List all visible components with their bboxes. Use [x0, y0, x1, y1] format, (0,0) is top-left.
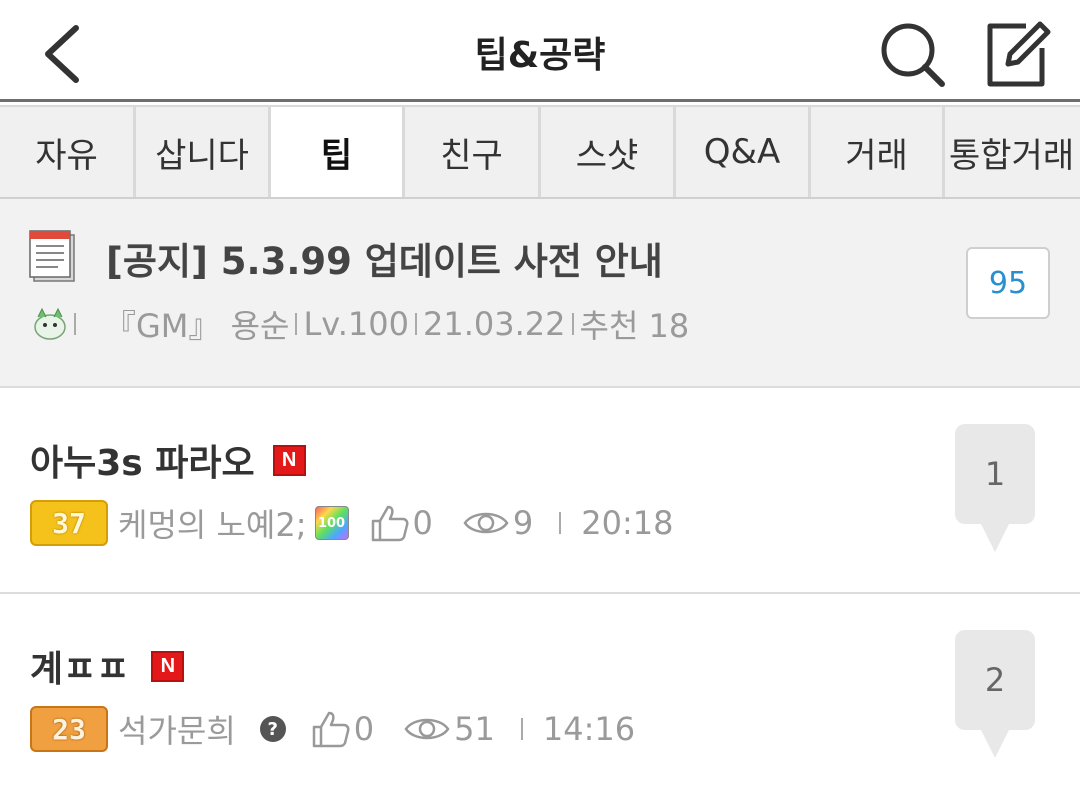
board-tabs: 자유 삽니다 팁 친구 스샷 Q&A 거래 통합거래: [0, 105, 1080, 199]
meta-separator: [559, 512, 562, 534]
meta-separator: [520, 718, 523, 740]
thumbs-up-icon: [371, 505, 409, 542]
tab-buy[interactable]: 삽니다: [136, 107, 268, 197]
search-icon: [881, 23, 945, 87]
tab-tips[interactable]: 팁: [271, 107, 402, 197]
post-views: 9: [512, 504, 534, 542]
notice-item[interactable]: [공지] 5.3.99 업데이트 사전 안내 『GM』 용순 Lv.100 21…: [0, 199, 1080, 388]
eye-icon: [463, 512, 509, 534]
new-badge: N: [272, 444, 306, 476]
tab-screenshots[interactable]: 스샷: [541, 107, 673, 197]
mascot-icon: [34, 307, 66, 340]
tab-qna[interactable]: Q&A: [676, 107, 808, 197]
tab-free[interactable]: 자유: [0, 107, 133, 197]
post-author: 케멍의 노예2;: [118, 506, 307, 544]
post-time: 14:16: [542, 710, 636, 748]
post-meta: 23 석가문희 ? 0 51 14:16: [30, 706, 635, 752]
meta-separator: [571, 313, 574, 335]
comment-count-badge: 95: [966, 247, 1050, 319]
write-post-button[interactable]: [982, 20, 1052, 90]
edit-icon: [987, 21, 1051, 87]
app-header: 팁&공략: [0, 0, 1080, 102]
meta-separator: [415, 313, 417, 335]
thumbs-up-icon: [312, 711, 350, 748]
post-meta: 37 케멍의 노예2; 100 0 9 20:18: [30, 500, 673, 546]
search-button[interactable]: [878, 20, 948, 90]
achievement-badge: 100: [314, 506, 349, 540]
post-views: 51: [454, 710, 495, 748]
notice-level: Lv.100: [303, 305, 409, 343]
post-title: 아누3s 파라오 N: [30, 434, 306, 486]
help-icon: ?: [259, 716, 286, 742]
notice-date: 21.03.22: [423, 305, 566, 343]
post-title: 계ㅍㅍ N: [30, 640, 185, 692]
meta-separator: [74, 313, 76, 335]
post-author: 석가문희: [118, 712, 236, 750]
eye-icon: [404, 718, 450, 740]
notice-recommend: 추천 18: [579, 307, 690, 345]
notepad-icon: [29, 230, 75, 282]
tab-friends[interactable]: 친구: [405, 107, 538, 197]
notice-meta: 『GM』 용순 Lv.100 21.03.22 추천 18: [30, 301, 689, 347]
post-item[interactable]: 아누3s 파라오 N 37 케멍의 노예2; 100 0 9 20:18 1: [0, 390, 1080, 594]
tab-integrated-trade[interactable]: 통합거래: [945, 107, 1080, 197]
comment-count-bubble: 2: [955, 630, 1035, 758]
level-badge: 23: [30, 706, 108, 752]
post-likes: 0: [412, 504, 433, 542]
post-time: 20:18: [581, 504, 674, 542]
comment-count-bubble: 1: [955, 424, 1035, 552]
level-badge: 37: [30, 500, 108, 546]
post-likes: 0: [353, 710, 375, 748]
meta-separator: [295, 313, 298, 335]
notice-title: [공지] 5.3.99 업데이트 사전 안내: [106, 240, 663, 283]
tab-trade[interactable]: 거래: [811, 107, 942, 197]
post-item[interactable]: 계ㅍㅍ N 23 석가문희 ? 0 51 14:16 2: [0, 596, 1080, 791]
notice-author: 『GM』 용순: [104, 307, 290, 345]
new-badge: N: [151, 650, 185, 682]
